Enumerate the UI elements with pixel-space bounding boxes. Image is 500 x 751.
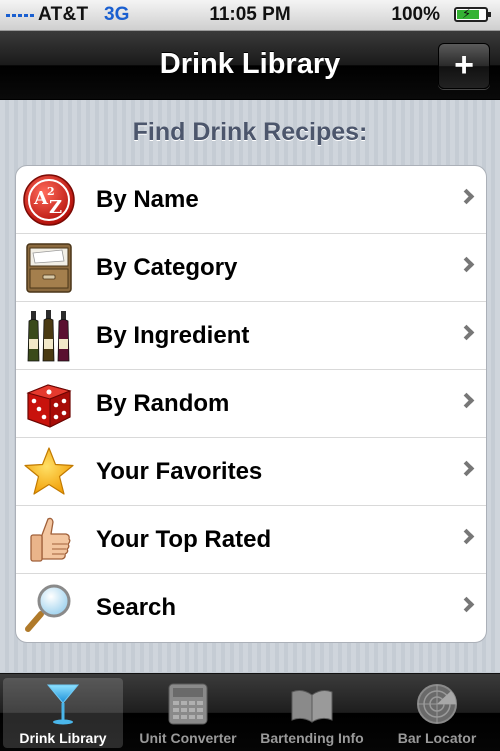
list-item-label: By Random <box>96 390 230 417</box>
recipe-menu-list: A 2 Z By Name By Category By Ingredient … <box>15 165 487 643</box>
list-item-label: Your Top Rated <box>96 526 272 553</box>
list-item-search[interactable]: Search <box>16 574 486 642</box>
thumbs-up-icon <box>22 513 76 567</box>
chevron-right-icon <box>458 188 475 205</box>
tab-bar: Drink Library Unit Converter Bartending … <box>0 673 500 751</box>
tab-drink-library[interactable]: Drink Library <box>3 678 123 748</box>
chevron-right-icon <box>458 392 475 409</box>
calculator-icon <box>164 682 212 726</box>
list-item-by-name[interactable]: A 2 Z By Name <box>16 166 486 234</box>
tab-label: Unit Converter <box>139 730 237 746</box>
tab-label: Bar Locator <box>397 730 477 746</box>
list-item-label: Your Favorites <box>96 458 263 485</box>
chevron-right-icon <box>458 460 475 477</box>
list-item-label: Search <box>96 594 177 621</box>
chevron-right-icon <box>458 528 475 545</box>
navigation-bar: Drink Library + <box>0 31 500 100</box>
file-cabinet-icon <box>22 241 76 295</box>
main-content: Find Drink Recipes: A 2 Z By Name By Cat… <box>0 100 500 672</box>
tab-bartending-info[interactable]: Bartending Info <box>252 678 372 748</box>
svg-text:Z: Z <box>49 197 62 218</box>
bottles-icon <box>22 309 76 363</box>
tab-label: Bartending Info <box>260 730 364 746</box>
page-title: Drink Library <box>159 48 341 80</box>
chevron-right-icon <box>458 256 475 273</box>
book-icon <box>288 682 336 726</box>
charging-bolt-icon: ⚡ <box>462 6 472 21</box>
list-item-by-random[interactable]: By Random <box>16 370 486 438</box>
magnifier-icon <box>22 581 76 635</box>
radar-icon <box>413 682 461 726</box>
a-to-z-icon: A 2 Z <box>22 173 76 227</box>
chevron-right-icon <box>458 596 475 613</box>
tab-label: Drink Library <box>19 730 107 746</box>
section-header: Find Drink Recipes: <box>132 118 368 146</box>
tab-bar-locator[interactable]: Bar Locator <box>377 678 497 748</box>
list-item-your-favorites[interactable]: Your Favorites <box>16 438 486 506</box>
battery-icon: ⚡ <box>454 6 491 22</box>
tab-unit-converter[interactable]: Unit Converter <box>128 678 248 748</box>
list-item-label: By Ingredient <box>96 322 250 349</box>
chevron-right-icon <box>458 324 475 341</box>
add-button[interactable]: + <box>438 43 490 89</box>
status-bar: AT&T 3G 11:05 PM 100% ⚡ <box>0 0 500 31</box>
battery-percent: 100% <box>391 4 440 25</box>
star-icon <box>22 445 76 499</box>
list-item-your-top-rated[interactable]: Your Top Rated <box>16 506 486 574</box>
list-item-by-ingredient[interactable]: By Ingredient <box>16 302 486 370</box>
list-item-by-category[interactable]: By Category <box>16 234 486 302</box>
dice-icon <box>22 377 76 431</box>
list-item-label: By Name <box>96 186 199 213</box>
martini-glass-icon <box>39 682 87 726</box>
list-item-label: By Category <box>96 254 238 281</box>
